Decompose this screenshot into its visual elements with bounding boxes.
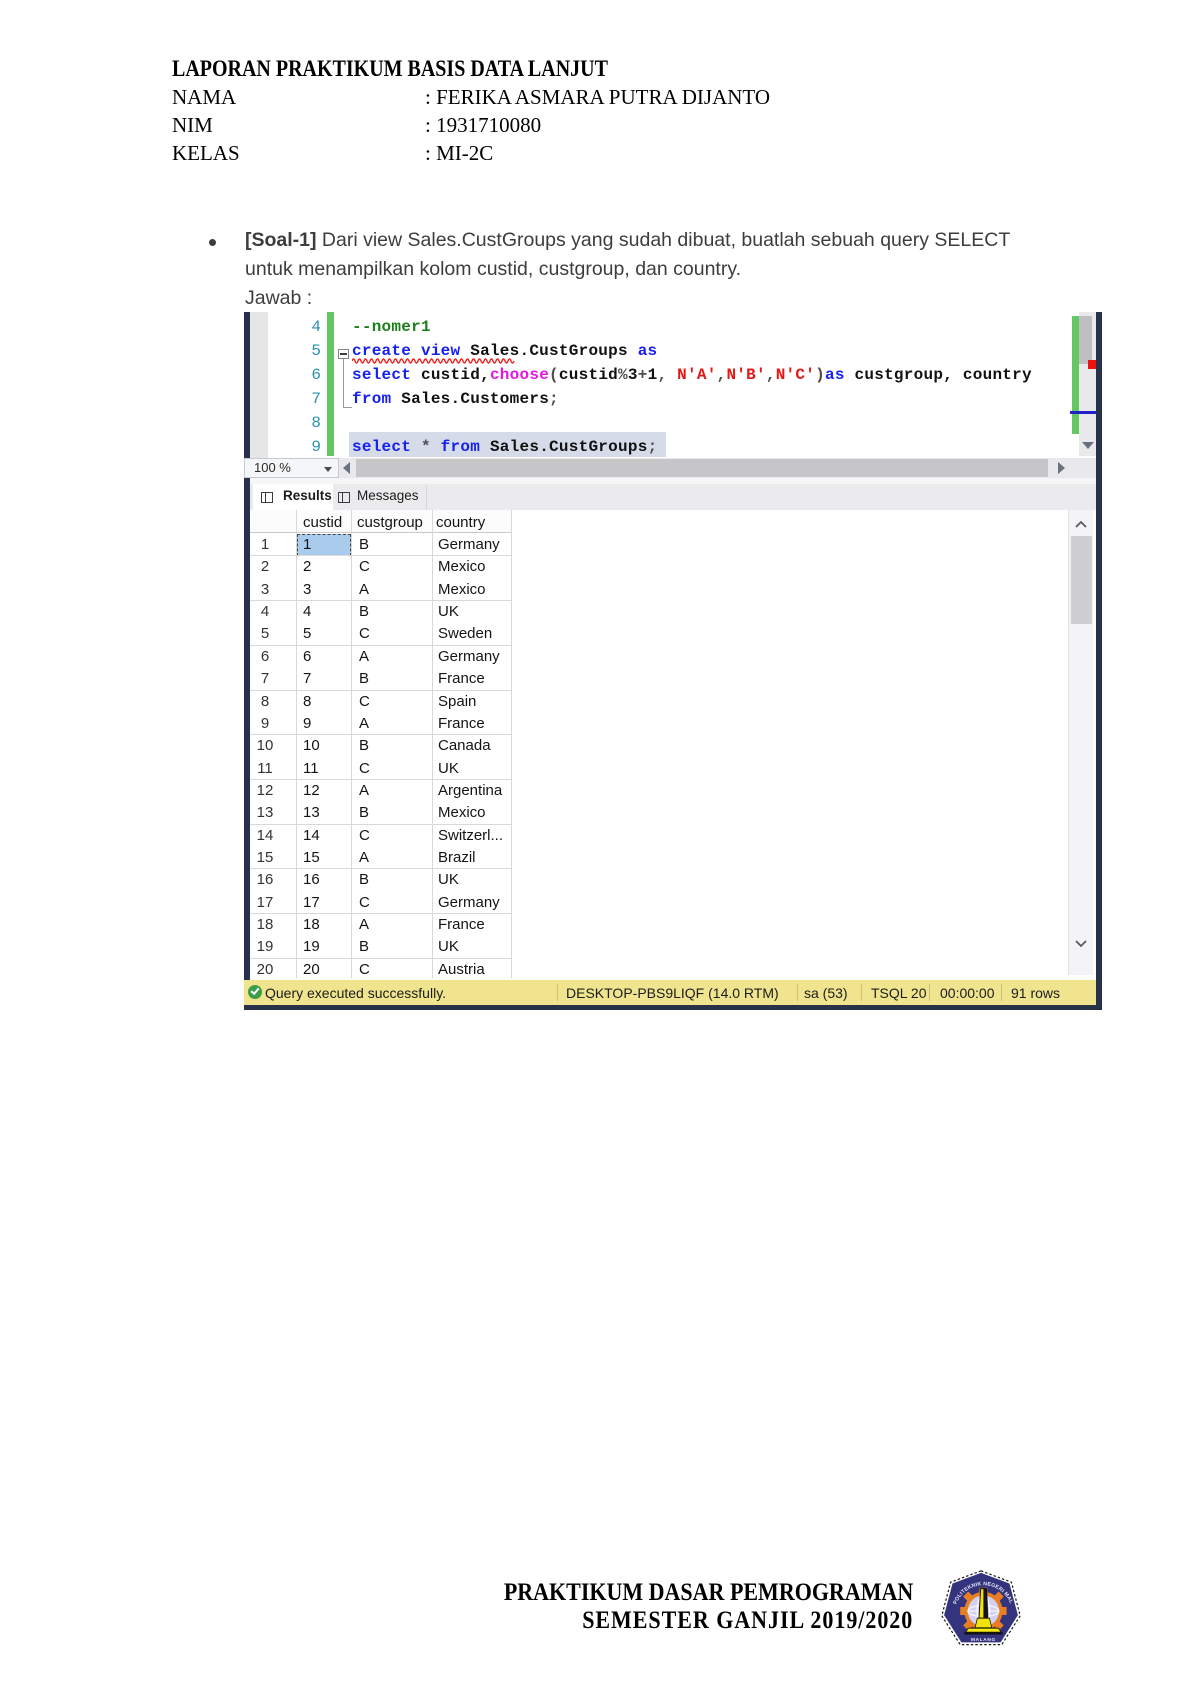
svg-text:MALANG: MALANG	[971, 1637, 996, 1643]
